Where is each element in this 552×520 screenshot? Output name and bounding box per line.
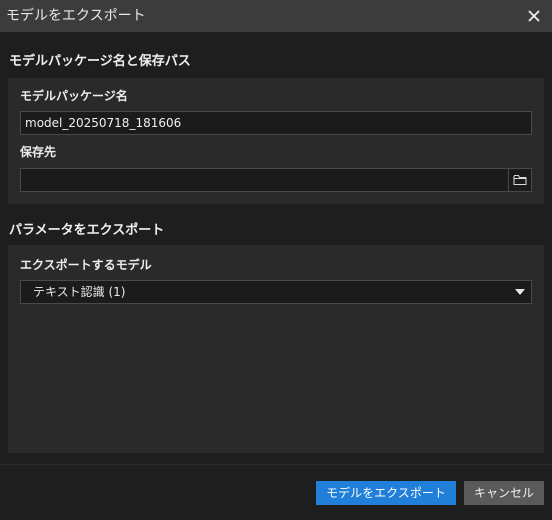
package-name-label: モデルパッケージ名 (20, 89, 128, 103)
folder-icon (513, 175, 527, 185)
browse-folder-button[interactable] (508, 168, 532, 192)
export-section-heading: パラメータをエクスポート (9, 223, 165, 238)
save-path-label: 保存先 (20, 145, 57, 159)
export-model-dialog: モデルをエクスポート モデルパッケージ名と保存パス モデルパッケージ名 保存先 … (0, 0, 552, 520)
window-title: モデルをエクスポート (6, 8, 146, 24)
export-model-selected-value: テキスト認識 (1) (33, 285, 126, 299)
package-name-input[interactable] (20, 111, 532, 135)
cancel-button[interactable]: キャンセル (464, 481, 544, 505)
export-params-panel: エクスポートするモデル テキスト認識 (1) (8, 245, 544, 453)
close-icon (528, 10, 540, 22)
export-model-label: エクスポートするモデル (20, 258, 152, 272)
chevron-down-icon (515, 289, 525, 295)
export-model-select[interactable]: テキスト認識 (1) (20, 280, 532, 304)
title-bar: モデルをエクスポート (0, 0, 552, 32)
footer-divider (0, 464, 552, 465)
close-button[interactable] (524, 6, 544, 26)
save-path-row (20, 168, 532, 192)
export-model-button[interactable]: モデルをエクスポート (316, 481, 456, 505)
package-section-heading: モデルパッケージ名と保存パス (9, 54, 191, 69)
save-path-input[interactable] (20, 168, 508, 192)
package-panel: モデルパッケージ名 保存先 (8, 78, 544, 204)
